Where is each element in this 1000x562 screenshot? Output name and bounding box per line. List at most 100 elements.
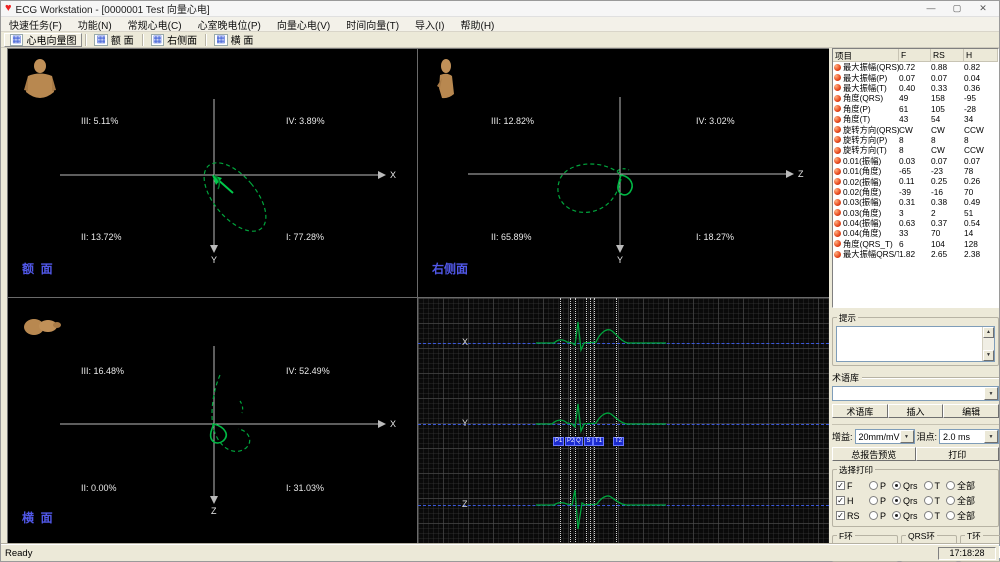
menu-time-vector[interactable]: 时间向量(T)	[338, 17, 407, 32]
row-f-value: -39	[899, 187, 931, 197]
checkbox[interactable]: ✓	[836, 496, 845, 505]
row-h-value: 0.36	[964, 83, 998, 93]
radio-option[interactable]: P	[869, 481, 886, 491]
row-h-value: -95	[964, 93, 998, 103]
checkbox[interactable]: ✓	[836, 481, 845, 490]
radio-option[interactable]: P	[869, 496, 886, 506]
row-f-value: 0.03	[899, 156, 931, 166]
row-h-value: 0.04	[964, 73, 998, 83]
minimize-icon[interactable]: —	[925, 3, 937, 14]
results-table-body: 最大振幅(QRS) 0.72 0.88 0.82 最大振幅(P) 0.07 0.…	[833, 62, 998, 259]
print-select-rows: ✓ F P Qrs T 全部 ✓ H P Qrs T 全部 ✓ RS P Qrs…	[836, 478, 995, 523]
insert-button[interactable]: 插入	[888, 404, 944, 418]
frontal-tab-icon: ▦	[94, 34, 107, 46]
marker-t2[interactable]: T2	[613, 437, 624, 446]
row-f-value: 0.63	[899, 218, 931, 228]
h-axis-label: X	[390, 419, 396, 429]
radio-option[interactable]: 全部	[946, 479, 975, 492]
hint-textarea[interactable]: ▲ ▼	[836, 326, 995, 362]
app-window: ♥ ECG Workstation - [0000001 Test 向量心电] …	[0, 0, 1000, 562]
menu-regular-ecg[interactable]: 常规心电(C)	[120, 17, 190, 32]
row-f-value: 33	[899, 228, 931, 238]
radio-option[interactable]: P	[869, 511, 886, 521]
v-axis-label: Y	[211, 255, 217, 265]
bullet-icon	[834, 157, 841, 164]
dropdown-arrow-icon[interactable]: ▼	[900, 430, 914, 443]
tab-label: 心电向量图	[26, 32, 76, 47]
row-rs-value: 105	[931, 104, 964, 114]
row-rs-value: 0.37	[931, 218, 964, 228]
menu-help[interactable]: 帮助(H)	[452, 17, 502, 32]
report-print-button[interactable]: 打印	[916, 447, 1000, 461]
col-item: 项目	[833, 49, 899, 61]
x-lead-trace	[536, 322, 666, 350]
radio-option[interactable]: 全部	[946, 494, 975, 507]
bullet-icon	[834, 136, 841, 143]
close-icon[interactable]: ✕	[977, 3, 989, 14]
menu-late-potential[interactable]: 心室晚电位(P)	[190, 17, 269, 32]
dot-interval-combobox[interactable]: 2.0 ms ▼	[939, 429, 999, 444]
bullet-icon	[834, 64, 841, 71]
menu-import[interactable]: 导入(I)	[407, 17, 452, 32]
bullet-icon	[834, 74, 841, 81]
maximize-icon[interactable]: ▢	[951, 3, 963, 14]
term-library-combobox[interactable]: ▼	[832, 386, 999, 401]
quadrant-i-pct: I: 31.03%	[286, 483, 324, 493]
quadrant-ii-pct: II: 0.00%	[81, 483, 117, 493]
row-rs-value: 0.07	[931, 156, 964, 166]
marker-q[interactable]: Q	[574, 437, 583, 446]
table-row[interactable]: 最大振幅QRS/T 1.82 2.65 2.38	[833, 249, 998, 259]
tab-right-side-plane[interactable]: ▦ 右侧面	[146, 33, 202, 47]
radio-option[interactable]: Qrs	[892, 511, 918, 521]
row-rs-value: CW	[931, 145, 964, 155]
dropdown-arrow-icon[interactable]: ▼	[984, 387, 998, 400]
print-select-label: 选择打印	[837, 464, 875, 476]
scroll-down-icon[interactable]: ▼	[983, 350, 994, 361]
marker-p1[interactable]: P1	[553, 437, 564, 446]
scroll-up-icon[interactable]: ▲	[983, 327, 994, 338]
horizontal-tab-icon: ▦	[214, 34, 227, 46]
row-rs-value: 104	[931, 239, 964, 249]
bullet-icon	[834, 230, 841, 237]
toolbar-separator	[142, 34, 143, 46]
print-select-group: 选择打印 ✓ F P Qrs T 全部 ✓ H P Qrs T 全部 ✓ RS …	[832, 469, 999, 527]
menu-function[interactable]: 功能(N)	[70, 17, 120, 32]
row-rs-value: 0.33	[931, 83, 964, 93]
radio-option[interactable]: T	[924, 481, 941, 491]
dropdown-arrow-icon[interactable]: ▼	[984, 430, 998, 443]
tab-frontal-plane[interactable]: ▦ 额 面	[89, 33, 138, 47]
edit-button[interactable]: 编辑	[943, 404, 999, 418]
menu-bar: 快速任务(F) 功能(N) 常规心电(C) 心室晚电位(P) 向量心电(V) 时…	[1, 17, 999, 32]
radio-option[interactable]: T	[924, 511, 941, 521]
main-content: III: 5.11% IV: 3.89% II: 13.72% I: 77.28…	[1, 48, 999, 544]
checkbox[interactable]: ✓	[836, 511, 845, 520]
z-lead-label: Z	[462, 499, 468, 509]
menu-quick-task[interactable]: 快速任务(F)	[1, 17, 70, 32]
row-h-value: 0.49	[964, 197, 998, 207]
print-select-row: ✓ H P Qrs T 全部	[836, 493, 995, 508]
plane-name-label: 额 面	[22, 260, 53, 277]
tab-vcg-overview[interactable]: ▦ 心电向量图	[4, 33, 82, 47]
radio-option[interactable]: T	[924, 496, 941, 506]
marker-s[interactable]: S	[584, 437, 593, 446]
bullet-icon	[834, 168, 841, 175]
row-h-value: 34	[964, 114, 998, 124]
print-select-row: ✓ F P Qrs T 全部	[836, 478, 995, 493]
status-text: Ready	[1, 548, 938, 559]
term-library-button[interactable]: 术语库	[832, 404, 888, 418]
hint-scrollbar[interactable]: ▲ ▼	[982, 327, 994, 361]
full-report-preview-button[interactable]: 总报告预览	[832, 447, 916, 461]
tab-horizontal-plane[interactable]: ▦ 横 面	[209, 33, 258, 47]
bullet-icon	[834, 105, 841, 112]
radio-option[interactable]: Qrs	[892, 481, 918, 491]
toolbar-separator	[85, 34, 86, 46]
menu-vector-ecg[interactable]: 向量心电(V)	[269, 17, 338, 32]
f-loop-label: F环	[837, 530, 855, 542]
row-rs-value: -16	[931, 187, 964, 197]
row-f-value: 0.11	[899, 176, 931, 186]
radio-option[interactable]: Qrs	[892, 496, 918, 506]
radio-option[interactable]: 全部	[946, 509, 975, 522]
tab-label: 横 面	[231, 32, 254, 47]
marker-t1[interactable]: T1	[593, 437, 604, 446]
gain-combobox[interactable]: 20mm/mV ▼	[855, 429, 915, 444]
